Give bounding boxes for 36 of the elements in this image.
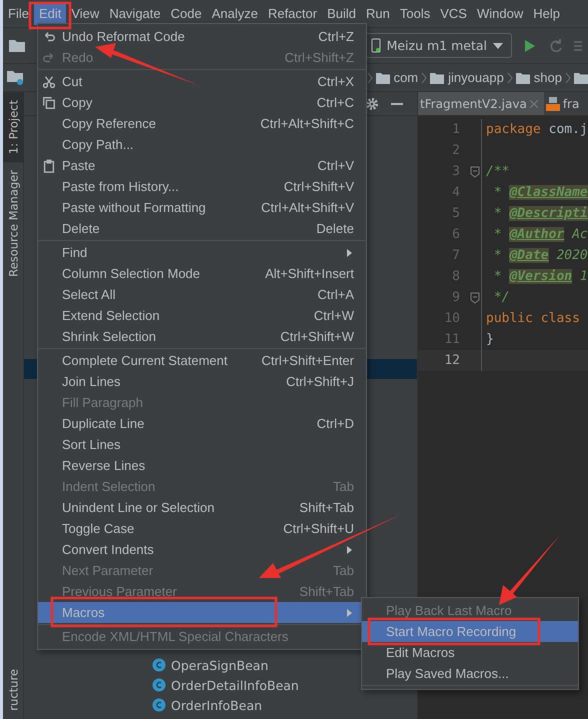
tree-item-label: OrderInfoBean [171, 698, 262, 712]
code-text: com.j [548, 122, 588, 137]
line-number: 12 [443, 353, 461, 368]
code-text: 1 [578, 269, 588, 284]
code-text: * [492, 206, 503, 221]
code-text: * [492, 248, 503, 263]
tab-label: tFragmentV2.java [420, 96, 527, 110]
code-text: package [486, 122, 541, 137]
code-text: * [492, 227, 503, 242]
code-text: 2020 [555, 248, 588, 263]
line-number: 7 [451, 248, 461, 263]
code-text: } [486, 332, 494, 347]
code-text: */ [492, 290, 510, 305]
code-text: @Descripti [509, 206, 588, 221]
code-text: * [492, 185, 503, 200]
line-number: 11 [443, 332, 461, 347]
line-number: 10 [443, 311, 461, 326]
line-number: 3 [451, 164, 461, 179]
tab-label: fra [562, 96, 580, 110]
code-text: @Author [509, 227, 564, 242]
code-text: @ClassName [509, 185, 588, 200]
line-number: 4 [451, 185, 461, 200]
code-text: /** [486, 164, 510, 179]
code-text: Ac [570, 227, 588, 242]
line-number: 5 [451, 206, 461, 221]
tree-item-label: OrderDetailInfoBean [171, 678, 299, 692]
code-text: * [492, 269, 503, 284]
line-number: 8 [451, 269, 461, 284]
line-number: 9 [451, 290, 461, 305]
code-text: @Date [509, 248, 549, 263]
tree-item-label: OperaSignBean [171, 658, 268, 672]
code-text: public class [486, 311, 580, 326]
line-number: 1 [451, 122, 461, 137]
line-number: 2 [451, 143, 461, 158]
line-number: 6 [451, 227, 461, 242]
code-text: @Version [509, 269, 572, 284]
